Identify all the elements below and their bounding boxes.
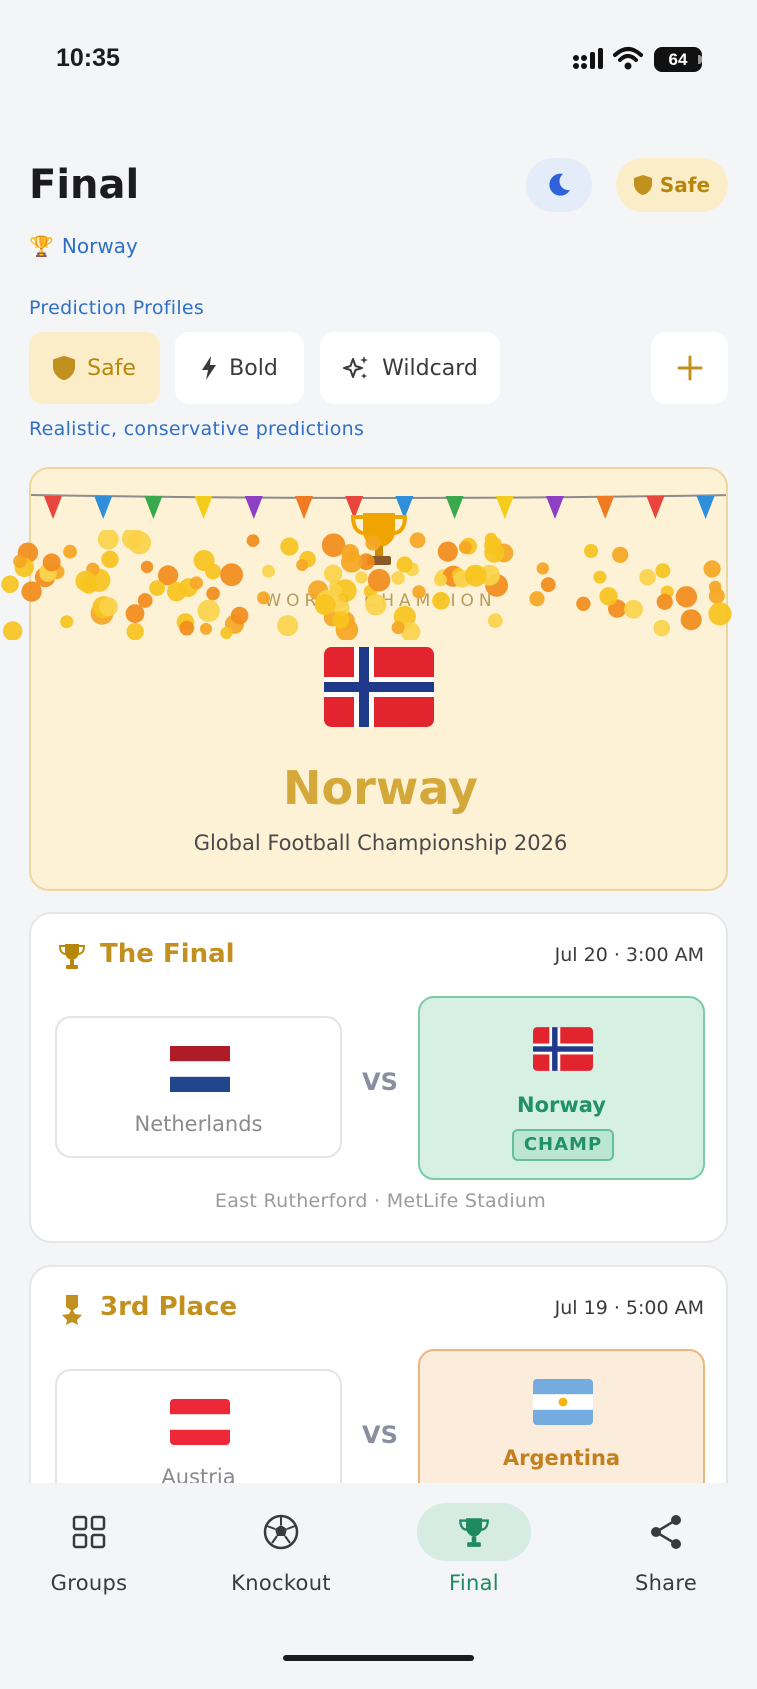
trophy-icon — [58, 944, 86, 969]
flag-norway — [533, 1027, 593, 1071]
third-place-card[interactable]: 3rd Place Jul 19 · 5:00 AM Austria VS Ar… — [29, 1265, 728, 1505]
nav-label: Groups — [50, 1571, 128, 1595]
champion-summary: 🏆 Norway — [29, 234, 138, 258]
profile-chip-label: Safe — [87, 355, 136, 381]
nav-item-groups[interactable]: Groups — [9, 1503, 169, 1595]
vs-label: VS — [362, 1068, 398, 1096]
match-title: The Final — [100, 939, 235, 969]
trophy-icon — [459, 1518, 489, 1547]
moon-icon — [549, 173, 570, 196]
vs-label: VS — [362, 1421, 398, 1449]
signal-icon — [573, 48, 603, 69]
grid-icon — [72, 1515, 106, 1549]
match-venue: East Rutherford · MetLife Stadium — [214, 1190, 547, 1212]
profile-chip-bold[interactable]: Bold — [175, 332, 304, 404]
shield-icon — [53, 355, 76, 381]
champion-card: WORLD CHAMPION Norway Global Football Ch… — [29, 467, 728, 891]
team-name: Argentina — [502, 1446, 621, 1470]
nav-label: Share — [634, 1571, 698, 1595]
soccer-ball-icon — [263, 1514, 299, 1550]
profiles-label: Prediction Profiles — [29, 297, 205, 319]
team-card-netherlands[interactable]: Netherlands — [55, 1016, 342, 1158]
nav-active-indicator — [417, 1503, 531, 1561]
battery-tip — [698, 55, 702, 64]
wifi-icon — [613, 47, 643, 70]
status-bar: 10:35 64 — [0, 0, 757, 100]
nav-item-share[interactable]: Share — [586, 1503, 746, 1595]
bunting-flag — [445, 496, 464, 519]
profile-chip-wildcard[interactable]: Wildcard — [320, 332, 500, 404]
champ-badge: CHAMP — [512, 1129, 614, 1161]
tournament-name: Global Football Championship 2026 — [193, 831, 568, 855]
shield-icon — [633, 175, 652, 195]
team-name: Netherlands — [134, 1112, 263, 1136]
champion-summary-label: Norway — [61, 234, 138, 258]
flag-argentina — [533, 1379, 593, 1425]
theme-toggle-button[interactable] — [526, 158, 592, 212]
match-title: 3rd Place — [100, 1292, 238, 1322]
confetti-dot — [13, 554, 27, 568]
nav-item-knockout[interactable]: Knockout — [201, 1503, 361, 1595]
bunting-flag — [696, 496, 715, 519]
medal-icon — [62, 1295, 82, 1325]
bunting-flag — [646, 496, 665, 519]
trophy-icon — [350, 513, 408, 565]
profile-pill-label: Safe — [659, 173, 711, 197]
bunting-flag — [44, 496, 62, 519]
match-date: Jul 20 · 3:00 AM — [554, 944, 704, 966]
bunting-flag — [295, 496, 313, 519]
world-champion-label: WORLD CHAMPION — [264, 591, 497, 611]
bolt-icon — [202, 356, 217, 380]
bunting-flag — [596, 496, 615, 519]
bunting-flag — [144, 496, 163, 519]
final-match-card[interactable]: The Final Jul 20 · 3:00 AM Netherlands V… — [29, 912, 728, 1243]
flag-netherlands — [170, 1046, 230, 1092]
profile-chip-safe[interactable]: Safe — [29, 332, 160, 404]
plus-icon — [677, 355, 702, 381]
profile-pill[interactable]: Safe — [616, 158, 728, 212]
bunting-flag — [94, 496, 113, 519]
profile-chip-label: Wildcard — [382, 355, 478, 381]
add-profile-button[interactable] — [651, 332, 728, 404]
battery-indicator: 64 — [654, 47, 702, 72]
status-time: 10:35 — [56, 44, 120, 72]
team-card-norway[interactable]: Norway CHAMP — [418, 996, 705, 1180]
bunting-flag — [244, 496, 263, 519]
flag-austria — [170, 1399, 230, 1445]
bunting-flag — [495, 496, 514, 519]
bunting-flag — [546, 496, 564, 519]
trophy-icon: 🏆 — [29, 234, 54, 258]
home-indicator — [283, 1655, 474, 1661]
team-card-argentina[interactable]: Argentina — [418, 1349, 705, 1503]
champion-name: Norway — [283, 761, 478, 815]
bunting-flag — [194, 496, 213, 519]
confetti-dot — [1, 575, 19, 594]
nav-item-final[interactable]: Final — [394, 1503, 554, 1595]
sparkles-icon — [343, 356, 369, 379]
confetti-dot — [3, 621, 23, 640]
profile-description: Realistic, conservative predictions — [29, 418, 365, 440]
nav-label: Knockout — [231, 1571, 331, 1595]
page-title: Final — [29, 162, 140, 208]
flag-norway — [324, 647, 434, 731]
team-name: Norway — [517, 1093, 606, 1117]
profile-chip-label: Bold — [229, 355, 278, 381]
match-date: Jul 19 · 5:00 AM — [554, 1297, 704, 1319]
share-icon — [651, 1515, 681, 1549]
nav-label: Final — [449, 1571, 499, 1595]
